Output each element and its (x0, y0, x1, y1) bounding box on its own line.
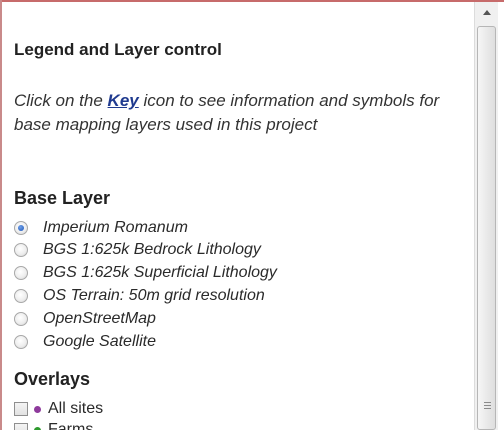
radio-button-selected[interactable] (14, 221, 28, 235)
overlay-checkbox[interactable] (14, 402, 28, 416)
panel-top-border (0, 0, 504, 2)
base-layer-option-label: OpenStreetMap (43, 310, 156, 327)
radio-button[interactable] (14, 266, 28, 280)
overlays-title: Overlays (14, 369, 91, 389)
vertical-scrollbar[interactable] (474, 2, 498, 430)
panel-left-border (0, 0, 2, 430)
base-layer-option-label: BGS 1:625k Bedrock Lithology (43, 241, 261, 258)
scroll-up-button[interactable] (475, 2, 498, 22)
base-layer-option-bgs-bedrock[interactable]: BGS 1:625k Bedrock Lithology (14, 239, 261, 261)
base-layer-option-label: BGS 1:625k Superficial Lithology (43, 264, 277, 281)
base-layer-option-os-terrain[interactable]: OS Terrain: 50m grid resolution (14, 285, 265, 307)
overlay-label: Farms (48, 421, 94, 430)
radio-button[interactable] (14, 312, 28, 326)
layer-control-panel: Legend and Layer control Click on the Ke… (0, 0, 504, 430)
panel-title: Legend and Layer control (14, 40, 222, 59)
base-layer-option-label: Google Satellite (43, 333, 156, 350)
overlay-checkbox[interactable] (14, 423, 28, 430)
scroll-thumb[interactable] (477, 26, 496, 430)
base-layer-title: Base Layer (14, 188, 111, 208)
overlay-item-all-sites[interactable]: All sites (14, 399, 103, 419)
radio-button[interactable] (14, 243, 28, 257)
base-layer-option-label: OS Terrain: 50m grid resolution (43, 287, 265, 304)
overlay-item-farms[interactable]: Farms (14, 420, 93, 430)
triangle-up-icon (482, 9, 491, 15)
grip-line-icon (484, 405, 491, 406)
grip-line-icon (484, 408, 491, 409)
radio-button[interactable] (14, 335, 28, 349)
base-layer-option-openstreetmap[interactable]: OpenStreetMap (14, 308, 156, 330)
overlay-label: All sites (48, 400, 104, 417)
green-dot-icon (34, 426, 41, 430)
base-layer-option-bgs-superficial[interactable]: BGS 1:625k Superficial Lithology (14, 262, 277, 284)
radio-button[interactable] (14, 289, 28, 303)
base-layer-option-imperium-romanum[interactable]: Imperium Romanum (14, 217, 188, 239)
grip-line-icon (484, 402, 491, 403)
base-layer-option-google-satellite[interactable]: Google Satellite (14, 331, 156, 353)
intro-text: Click on the Key icon to see information… (14, 89, 444, 137)
key-link[interactable]: Key (108, 91, 139, 110)
intro-text-before: Click on the (14, 91, 108, 110)
purple-dot-icon (34, 405, 41, 413)
base-layer-option-label: Imperium Romanum (43, 219, 188, 236)
